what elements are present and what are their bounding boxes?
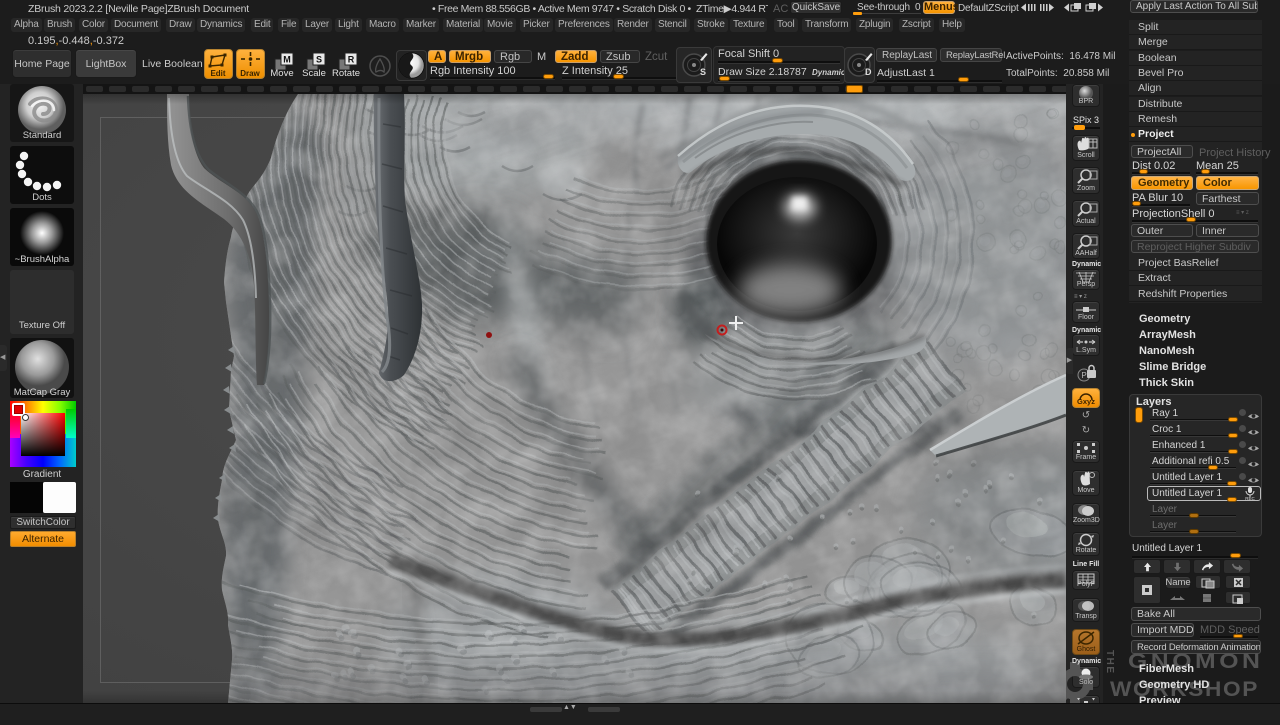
svg-text:R: R — [348, 55, 355, 65]
svg-text:REC: REC — [1245, 496, 1255, 500]
svg-text:Draw: Draw — [240, 69, 260, 78]
svg-text:~BrushAlpha: ~BrushAlpha — [15, 254, 70, 265]
svg-text:S: S — [316, 55, 322, 65]
svg-text:Standard: Standard — [23, 130, 62, 141]
svg-text:Edit: Edit — [210, 69, 225, 78]
svg-text:MatCap Gray: MatCap Gray — [14, 387, 71, 398]
svg-text:D: D — [865, 67, 872, 77]
svg-text:P: P — [1081, 371, 1086, 380]
svg-text:S: S — [700, 67, 706, 77]
svg-text:Dots: Dots — [32, 192, 52, 203]
svg-text:M: M — [283, 55, 291, 65]
